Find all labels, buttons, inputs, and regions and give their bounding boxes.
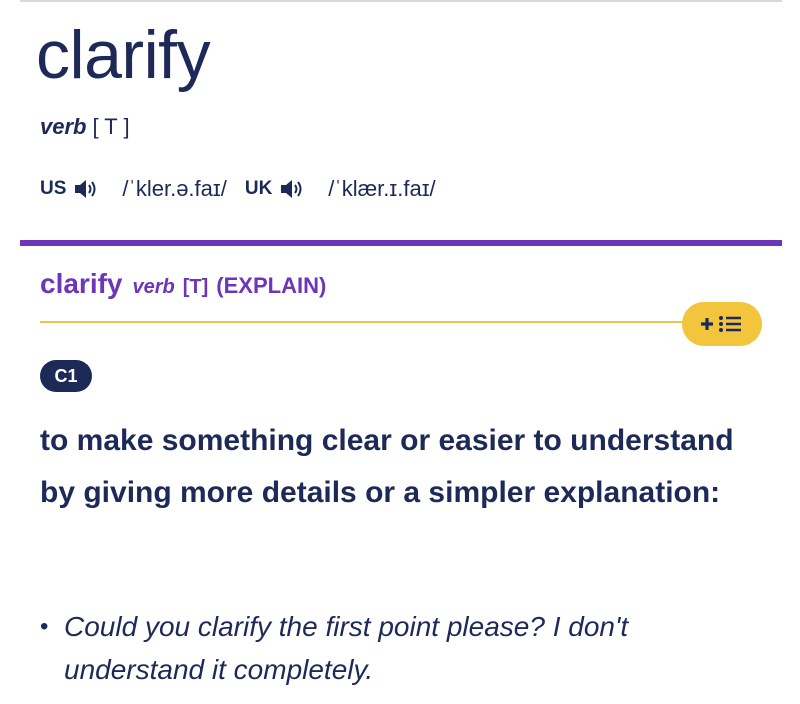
headword: clarify: [36, 17, 211, 93]
sense-part-of-speech: verb: [132, 276, 175, 298]
cefr-level-badge: C1: [40, 360, 92, 392]
example-item: • Could you clarify the first point plea…: [40, 605, 760, 691]
sense-divider: [40, 321, 700, 323]
add-to-wordlist-icon: [701, 316, 741, 332]
example-list: • Could you clarify the first point plea…: [40, 605, 760, 691]
part-of-speech: verb: [40, 114, 87, 139]
speaker-icon[interactable]: [280, 178, 306, 200]
add-to-wordlist-button[interactable]: [682, 302, 762, 346]
pronunciation-row: US /ˈkler.ə.faɪ/ UK /ˈklær.ɪ.faɪ/: [40, 174, 454, 204]
region-us-label: US: [40, 178, 67, 199]
example-text: Could you clarify the first point please…: [64, 611, 629, 685]
dictionary-entry-page: clarify verb[ T ] US /ˈkler.ə.faɪ/ UK /ˈ…: [0, 0, 800, 704]
sense-guideword: (EXPLAIN): [216, 273, 327, 298]
speaker-icon[interactable]: [74, 178, 100, 200]
top-divider: [20, 0, 782, 2]
sense-header: clarify verb [T] (EXPLAIN): [40, 268, 326, 300]
grammar-code: [ T ]: [92, 114, 130, 139]
part-of-speech-line: verb[ T ]: [40, 114, 130, 140]
ipa-uk: /ˈklær.ɪ.faɪ/: [328, 176, 436, 201]
section-divider: [20, 240, 782, 246]
bullet: •: [40, 613, 49, 640]
ipa-us: /ˈkler.ə.faɪ/: [122, 176, 227, 201]
sense-grammar: [T]: [182, 276, 209, 298]
sense-headword: clarify: [40, 268, 123, 299]
definition: to make something clear or easier to und…: [40, 424, 734, 509]
region-uk-label: UK: [244, 178, 273, 199]
